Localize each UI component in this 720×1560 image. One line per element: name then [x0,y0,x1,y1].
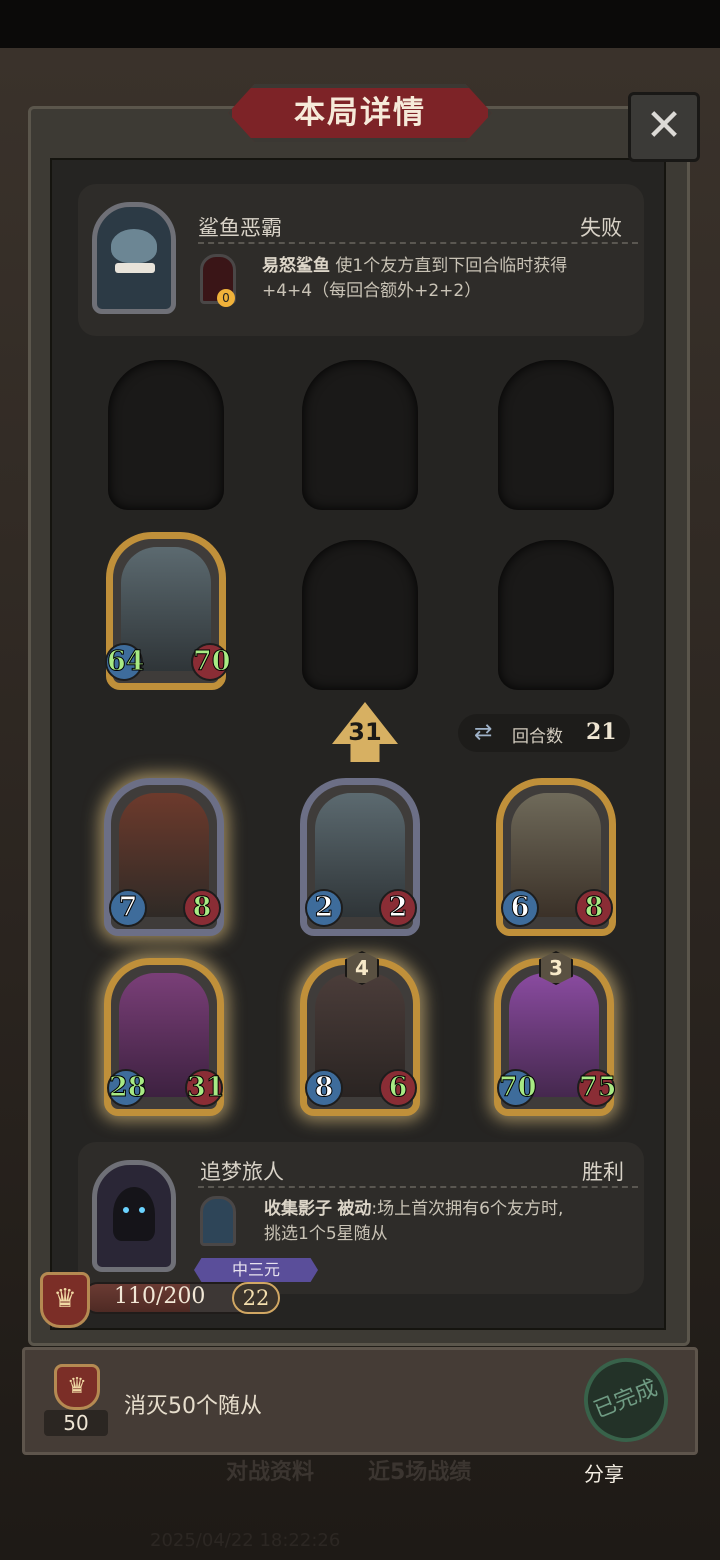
empty-slot [108,360,224,510]
empty-slot [302,540,418,690]
top-bar [0,0,720,48]
empty-slot [498,540,614,690]
tab-battle-data[interactable]: 对战资料 [226,1454,314,1486]
health-stat: 8 [575,889,613,927]
player-avatar[interactable] [92,1160,176,1272]
level-badge: 22 [232,1282,280,1314]
tab-recent-5[interactable]: 近5场战绩 [368,1454,471,1486]
minion-count-badge: 0 [217,289,235,307]
health-stat: 6 [379,1069,417,1107]
opponent-avatar[interactable] [92,202,176,314]
divider [198,242,638,244]
attack-stat: 2 [305,889,343,927]
eye [123,1207,129,1213]
eye [139,1207,145,1213]
attack-stat: 64 [105,643,145,681]
shark-teeth [115,263,155,273]
round-label: 回合数 [512,727,563,747]
close-icon: ✕ [645,100,683,151]
health-stat: 2 [379,889,417,927]
opponent-skill: 易怒鲨鱼 使1个友方直到下回合临时获得 +4+4（每回合额外+2+2） [262,254,632,304]
empty-slot [302,360,418,510]
opponent-minion-card[interactable]: 64 70 [105,532,231,690]
share-button[interactable]: 分享 [584,1458,624,1487]
opponent-minion-icon: 0 [200,254,236,307]
footer-timestamp: 2025/04/22 18:22:26 [150,1530,341,1551]
opponent-result: 失败 [580,216,622,240]
player-minion-card[interactable]: 2 2 [300,778,420,936]
player-minion-card[interactable]: 6 8 [496,778,616,936]
skill-desc-2: 挑选1个5星随从 [264,1224,388,1244]
round-value: 21 [586,719,617,745]
close-button[interactable]: ✕ [628,92,700,162]
player-minion-card[interactable]: 28 31 [104,958,225,1116]
rank-badge: 中三元 [194,1258,318,1282]
round-counter: ⇄ 回合数 21 [458,714,630,752]
mission-text: 消灭50个随从 [124,1394,262,1419]
attack-stat: 28 [107,1069,147,1107]
shark-face [111,229,157,263]
health-stat: 8 [183,889,221,927]
mission-count: 50 [44,1410,108,1436]
skill-desc-2: +4+4（每回合额外+2+2） [262,281,482,301]
attack-stat: 6 [501,889,539,927]
attack-stat: 7 [109,889,147,927]
divider [198,1186,638,1188]
skill-desc: :场上首次拥有6个友方时, [371,1199,564,1219]
health-stat: 31 [185,1069,225,1107]
crown-icon: ♛ [40,1272,90,1328]
player-result: 胜利 [582,1160,624,1184]
player-minion-card[interactable]: 7 8 [104,778,224,936]
skill-name: 收集影子 [264,1199,332,1219]
health-stat: 70 [191,643,231,681]
player-skill-icon [200,1196,236,1246]
player-skill: 收集影子 被动:场上首次拥有6个友方时, 挑选1个5星随从 [264,1197,634,1247]
player-minion-card[interactable]: 4 8 6 [300,951,420,1116]
attack-stat: 70 [497,1069,537,1107]
attack-stat: 8 [305,1069,343,1107]
swap-icon: ⇄ [474,720,493,745]
skill-desc: 使1个友方直到下回合临时获得 [335,256,568,276]
crown-icon: ♛ [54,1364,100,1410]
opponent-name: 鲨鱼恶霸 [198,216,282,240]
dialog-title: 本局详情 [228,84,492,142]
skill-type: 被动 [337,1199,372,1219]
empty-slot [498,360,614,510]
hood-shadow [113,1187,155,1241]
player-name: 追梦旅人 [200,1160,284,1184]
health-stat: 75 [577,1069,617,1107]
skill-name: 易怒鲨鱼 [262,256,330,276]
xp-text: 110/200 [114,1284,206,1309]
player-minion-card[interactable]: 3 70 75 [494,951,617,1116]
